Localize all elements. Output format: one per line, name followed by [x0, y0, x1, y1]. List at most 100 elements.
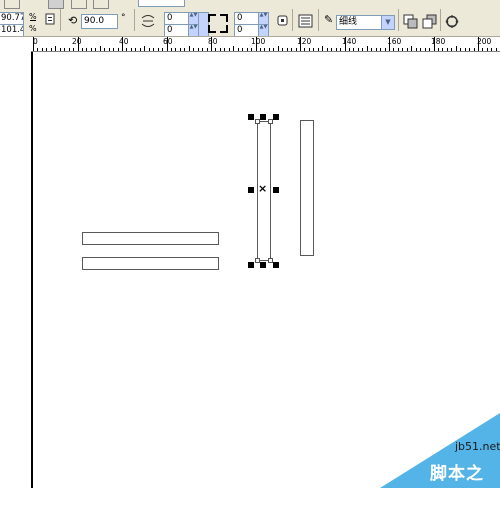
ruler-tick	[326, 48, 328, 51]
corner-tr-icon	[220, 14, 228, 22]
ruler-tick	[317, 48, 319, 51]
vertical-ruler[interactable]	[0, 51, 31, 488]
ruler-tick	[153, 48, 155, 51]
ruler-tick	[64, 48, 66, 51]
chevron-down-icon[interactable]: ▼	[381, 15, 395, 30]
ruler-tick	[282, 48, 284, 51]
ruler-tick	[170, 48, 172, 51]
ruler-tick	[406, 48, 408, 51]
selection-handle-top-left[interactable]	[248, 114, 254, 120]
ruler-tick	[50, 48, 52, 51]
ruler-tick	[46, 48, 48, 51]
ruler-tick	[259, 48, 261, 51]
ruler-tick	[357, 48, 359, 51]
ruler-tick	[104, 48, 106, 51]
ruler-tick	[175, 48, 177, 51]
ruler-tick	[130, 48, 132, 51]
ruler-label: 40	[119, 37, 129, 46]
ruler-tick	[188, 46, 190, 51]
center-marker-icon[interactable]: ×	[258, 183, 267, 194]
ruler-tick	[295, 48, 297, 51]
ruler-tick	[122, 37, 123, 51]
ruler-tick	[126, 48, 128, 51]
selection-handle-bottom[interactable]	[260, 262, 266, 268]
new-icon[interactable]	[4, 0, 20, 9]
ruler-tick	[95, 48, 97, 51]
horizontal-ruler[interactable]: 0 20 40 60 80 100 120 140 160 180 200	[31, 37, 500, 52]
ruler-tick	[415, 48, 417, 51]
ruler-tick	[286, 48, 288, 51]
selection-handle-bottom-right[interactable]	[273, 262, 279, 268]
selection-handle-top-right[interactable]	[273, 114, 279, 120]
ruler-tick	[331, 48, 333, 51]
scale-divider	[30, 20, 36, 21]
rectangle-vertical-right[interactable]	[300, 120, 314, 256]
zoom-select[interactable]	[138, 0, 185, 7]
ruler-tick	[184, 48, 186, 51]
page-border	[31, 52, 33, 488]
corner-bottom-left-field[interactable]: 0	[164, 24, 190, 36]
outline-width-select[interactable]: 细线	[336, 15, 382, 30]
ruler-tick	[397, 48, 399, 51]
rotate-icon: ⟲	[68, 14, 78, 27]
ruler-tick	[86, 48, 88, 51]
mirror-icon[interactable]	[140, 13, 156, 29]
to-front-icon[interactable]	[403, 14, 419, 29]
convert-to-curves-icon[interactable]	[444, 14, 460, 29]
ruler-tick	[68, 48, 70, 51]
ruler-tick	[157, 48, 159, 51]
ruler-corner[interactable]	[0, 37, 31, 51]
selection-handle-left[interactable]	[248, 187, 254, 193]
export-icon[interactable]	[93, 0, 109, 9]
ruler-tick	[148, 48, 150, 51]
ruler-tick	[380, 48, 382, 51]
ruler-tick	[393, 48, 395, 51]
rectangle-horizontal-top[interactable]	[82, 232, 219, 245]
separator	[318, 9, 319, 31]
to-back-icon[interactable]	[422, 14, 438, 29]
rectangle-horizontal-bottom[interactable]	[82, 257, 219, 270]
ruler-tick	[366, 46, 368, 51]
ruler-tick	[215, 48, 217, 51]
selection-handle-right[interactable]	[273, 187, 279, 193]
ruler-tick	[139, 48, 141, 51]
position-y-field[interactable]: 101.4	[0, 24, 24, 36]
corner-tl-icon	[208, 14, 216, 22]
separator	[398, 9, 399, 31]
ruler-tick	[291, 48, 293, 51]
ruler-tick	[233, 46, 235, 51]
corner-bottom-right-field[interactable]: 0	[234, 24, 260, 36]
ruler-tick	[424, 48, 426, 51]
import-icon[interactable]	[71, 0, 87, 9]
corner-bottom-right-spinner[interactable]: ▲▼	[258, 24, 269, 36]
ruler-tick	[375, 48, 377, 51]
ruler-tick	[135, 48, 137, 51]
lock-ratio-icon[interactable]	[43, 13, 57, 26]
ruler-tick	[162, 48, 164, 51]
ruler-tick	[179, 48, 181, 51]
ruler-tick	[482, 48, 484, 51]
ruler-tick	[304, 48, 306, 51]
selection-handle-bottom-left[interactable]	[248, 262, 254, 268]
separator	[134, 9, 135, 31]
ruler-tick	[313, 48, 315, 51]
rotation-unit: °	[121, 13, 126, 23]
print-icon[interactable]	[48, 0, 64, 9]
rotation-field[interactable]: 90.0	[81, 14, 118, 29]
ruler-tick	[433, 37, 435, 51]
selection-handle-top[interactable]	[260, 114, 266, 120]
ruler-tick	[478, 37, 479, 51]
ruler-tick	[228, 48, 230, 51]
ruler-tick	[340, 48, 342, 51]
wrap-paragraph-icon[interactable]	[298, 13, 314, 29]
round-corners-together-icon[interactable]	[276, 14, 290, 27]
ruler-tick	[273, 48, 275, 51]
ruler-tick	[55, 46, 57, 51]
ruler-tick	[491, 48, 493, 51]
ruler-tick	[37, 48, 39, 51]
ruler-tick	[464, 48, 466, 51]
ruler-tick	[335, 48, 337, 51]
ruler-tick	[486, 48, 488, 51]
ruler-tick	[344, 37, 346, 51]
separator	[440, 9, 441, 31]
